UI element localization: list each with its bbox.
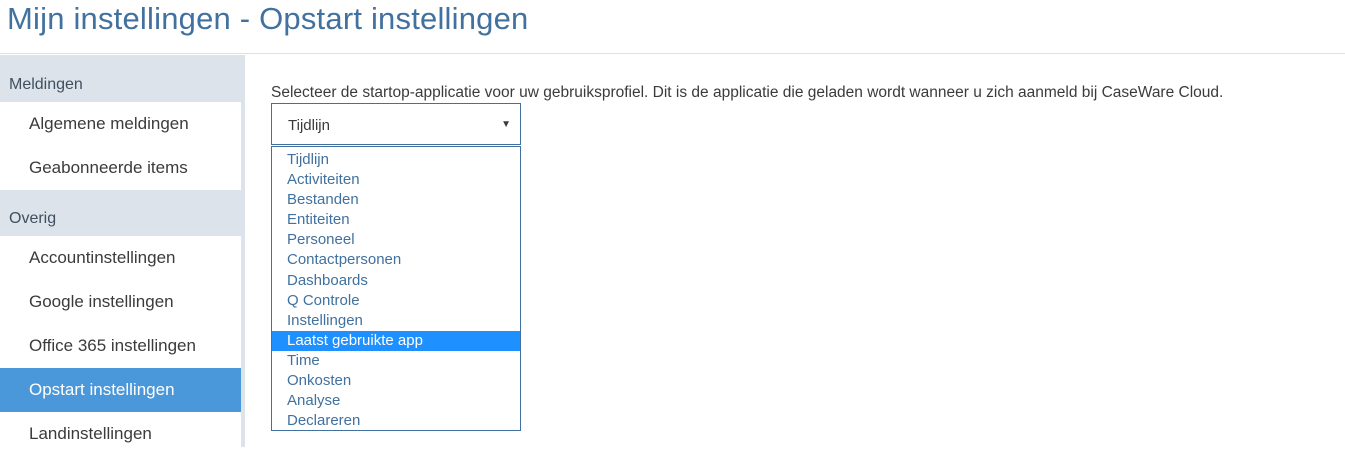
sidebar-item-geabonneerde-items[interactable]: Geabonneerde items — [0, 146, 241, 190]
dropdown-option-tijdlijn[interactable]: Tijdlijn — [272, 150, 520, 170]
startup-app-dropdown-list: Tijdlijn Activiteiten Bestanden Entiteiten P… — [271, 146, 521, 431]
startup-description: Selecteer de startop-applicatie voor uw … — [271, 84, 1224, 101]
dropdown-option-time[interactable]: Time — [272, 351, 520, 371]
dropdown-option-instellingen[interactable]: Instellingen — [272, 311, 520, 331]
dropdown-option-q-controle[interactable]: Q Controle — [272, 291, 520, 311]
main-content: Selecteer de startop-applicatie voor uw … — [271, 83, 1224, 431]
page-header: Mijn instellingen - Opstart instellingen — [0, 0, 1345, 54]
dropdown-option-laatst-gebruikte-app[interactable]: Laatst gebruikte app — [272, 330, 520, 351]
sidebar: Meldingen Algemene meldingen Geabonneerd… — [0, 55, 245, 456]
startup-app-select[interactable]: Tijdlijn ▼ — [271, 103, 521, 145]
sidebar-item-google-instellingen[interactable]: Google instellingen — [0, 280, 241, 324]
dropdown-option-analyse[interactable]: Analyse — [272, 391, 520, 411]
caret-down-icon: ▼ — [501, 119, 511, 130]
sidebar-item-opstart-instellingen[interactable]: Opstart instellingen — [0, 368, 241, 412]
sidebar-item-landinstellingen[interactable]: Landinstellingen — [0, 412, 241, 456]
sidebar-item-algemene-meldingen[interactable]: Algemene meldingen — [0, 102, 241, 146]
page-title: Mijn instellingen - Opstart instellingen — [7, 1, 529, 36]
dropdown-option-bestanden[interactable]: Bestanden — [272, 190, 520, 210]
sidebar-section-overig: Overig — [0, 195, 245, 242]
sidebar-item-office-365-instellingen[interactable]: Office 365 instellingen — [0, 324, 241, 368]
dropdown-option-entiteiten[interactable]: Entiteiten — [272, 210, 520, 230]
dropdown-option-personeel[interactable]: Personeel — [272, 230, 520, 250]
dropdown-option-onkosten[interactable]: Onkosten — [272, 371, 520, 391]
dropdown-option-contactpersonen[interactable]: Contactpersonen — [272, 250, 520, 270]
select-current-value: Tijdlijn — [288, 117, 330, 134]
sidebar-section-meldingen: Meldingen — [0, 61, 245, 108]
dropdown-option-activiteiten[interactable]: Activiteiten — [272, 170, 520, 190]
dropdown-option-dashboards[interactable]: Dashboards — [272, 271, 520, 291]
dropdown-option-declareren[interactable]: Declareren — [272, 411, 520, 431]
sidebar-item-accountinstellingen[interactable]: Accountinstellingen — [0, 236, 241, 280]
